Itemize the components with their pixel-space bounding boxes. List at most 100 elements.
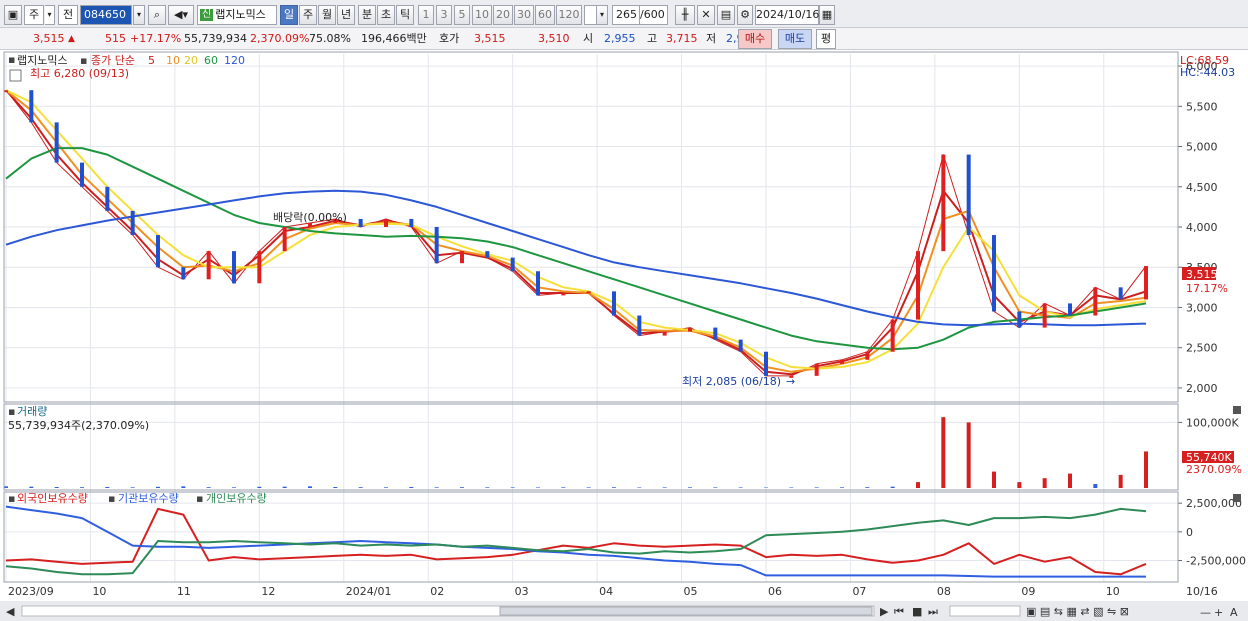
period-week-tab[interactable]: 주	[299, 5, 317, 25]
volume-bar	[637, 487, 642, 488]
period-minute-tab[interactable]: 분	[358, 5, 376, 25]
low-note: 최저 2,085 (06/18)	[682, 375, 781, 388]
window-icon[interactable]: ▣	[4, 5, 22, 25]
price-candle	[54, 122, 59, 163]
volume-bar	[1017, 482, 1022, 488]
interval-120-button[interactable]: 120	[556, 5, 582, 25]
current-price: 3,515	[33, 32, 65, 45]
legend-ma-square-icon: ▪	[80, 54, 87, 67]
code-dropdown-icon[interactable]: ▾	[133, 5, 145, 25]
interval-60-button[interactable]: 60	[535, 5, 555, 25]
speaker-icon[interactable]: ◀▾	[168, 5, 194, 25]
period-year-tab[interactable]: 년	[337, 5, 355, 25]
save-icon[interactable]: ▤	[717, 5, 735, 25]
volume-bar	[966, 422, 971, 488]
interval-3-button[interactable]: 3	[436, 5, 452, 25]
sell-button[interactable]: 매도	[778, 29, 812, 49]
x-tick-label: 12	[261, 585, 275, 598]
price-candle	[840, 359, 844, 364]
x-tick-label: 05	[684, 585, 698, 598]
interval-10-button[interactable]: 10	[472, 5, 492, 25]
interval-1-button[interactable]: 1	[418, 5, 434, 25]
volume-bar	[29, 486, 34, 488]
price-change: 515	[105, 32, 126, 45]
font-size-icon[interactable]: A	[1230, 606, 1238, 619]
low-arrow-icon: →	[786, 375, 795, 388]
prev-button[interactable]: 전	[58, 5, 78, 25]
interval-dropdown-icon[interactable]: ▾	[596, 5, 608, 25]
volume-bar	[713, 487, 718, 488]
zoom-track[interactable]	[949, 605, 1021, 617]
rewind-icon[interactable]: ⏮	[894, 605, 904, 618]
data-count-input[interactable]: 265	[612, 5, 640, 25]
period-month-tab[interactable]: 월	[318, 5, 336, 25]
date-input[interactable]: 2024/10/16	[755, 5, 819, 25]
volume-bar	[789, 487, 794, 488]
period-day-tab[interactable]: 일	[280, 5, 298, 25]
volume-bar	[612, 487, 616, 488]
volume-bar	[1144, 451, 1148, 488]
x-tick-label: 09	[1021, 585, 1035, 598]
volume-bar	[738, 487, 743, 488]
interval-5-button[interactable]: 5	[454, 5, 470, 25]
up-triangle-icon: ▲	[68, 34, 75, 44]
price-candle	[890, 319, 895, 352]
calendar-icon[interactable]: ▦	[819, 5, 835, 25]
candle-type-icon[interactable]: ╫	[675, 5, 695, 25]
volume-bar	[308, 486, 312, 488]
x-tick-label: 11	[177, 585, 191, 598]
holdings-y-tick-label: -2,500,000	[1186, 555, 1246, 568]
price-candle	[612, 291, 616, 316]
price-candle	[384, 218, 388, 227]
stock-code-input[interactable]: 084650	[80, 5, 132, 25]
avg-button[interactable]: 평	[816, 29, 836, 49]
period-tick-tab[interactable]: 틱	[396, 5, 414, 25]
holdings-label-individual: 개인보유수량	[206, 492, 267, 505]
volume-bar	[536, 487, 540, 488]
x-tick-label: 07	[852, 585, 866, 598]
cross-line-icon[interactable]: ✕	[697, 5, 715, 25]
market-select[interactable]: 주	[24, 5, 44, 25]
volume-bar	[4, 486, 8, 488]
volume-bar	[890, 486, 895, 488]
gear-icon[interactable]: ⚙	[737, 5, 753, 25]
price-candle	[1042, 303, 1047, 328]
forward-icon[interactable]: ⏭	[928, 605, 938, 618]
open-price: 2,955	[604, 32, 636, 45]
stock-chart[interactable]: 2,0002,5003,0003,5004,0004,5005,0005,500…	[0, 50, 1248, 621]
tool-icons[interactable]: ▣ ▤ ⇆ ▦ ⇄ ▧ ⇋ ⊠	[1026, 605, 1129, 618]
high-note: 최고 6,280 (09/13)	[30, 67, 129, 80]
volume-bar	[282, 486, 287, 488]
holdings-square-icon-2: ▪	[108, 492, 115, 505]
holdings-close-icon[interactable]	[1233, 494, 1241, 502]
quote-bar: 3,515 ▲ 515 +17.17% 55,739,934 2,370.09%…	[0, 28, 1248, 50]
hc-value: HC:-44.03	[1180, 66, 1235, 79]
scroll-left-icon[interactable]: ◀	[6, 605, 15, 618]
volume-y-tick-label: 100,000K	[1186, 416, 1239, 429]
price-candle	[409, 218, 414, 227]
holdings-label-foreign: 외국인보유수량	[17, 492, 88, 505]
volume-bar	[105, 487, 110, 488]
scroll-thumb[interactable]	[499, 606, 873, 616]
search-icon[interactable]: ⌕	[148, 5, 166, 25]
buy-button[interactable]: 매수	[738, 29, 772, 49]
price-candle	[865, 351, 870, 360]
volume-close-icon[interactable]	[1233, 406, 1241, 414]
price-candle	[662, 331, 667, 336]
volume-bar	[1118, 474, 1123, 488]
volume-bar	[992, 471, 996, 488]
interval-30-button[interactable]: 30	[514, 5, 534, 25]
price-y-tick-label: 4,500	[1186, 181, 1218, 194]
stop-icon[interactable]: ■	[912, 605, 922, 618]
main-toolbar: ▣ 주 ▾ 전 084650 ▾ ⌕ ◀▾ 신 랩지노믹스 일 주 월 년 분 초…	[0, 0, 1248, 28]
scroll-right-icon[interactable]: ▶	[880, 605, 889, 618]
chevron-down-icon[interactable]: ▾	[45, 5, 55, 25]
zoom-out-icon[interactable]: —	[1200, 606, 1211, 619]
zoom-in-icon[interactable]: +	[1214, 606, 1223, 619]
interval-20-button[interactable]: 20	[493, 5, 513, 25]
period-second-tab[interactable]: 초	[377, 5, 395, 25]
volume-bar	[916, 482, 920, 488]
price-candle	[637, 315, 642, 336]
calendar-icon[interactable]	[9, 69, 22, 82]
bid-price: 3,510	[538, 32, 570, 45]
